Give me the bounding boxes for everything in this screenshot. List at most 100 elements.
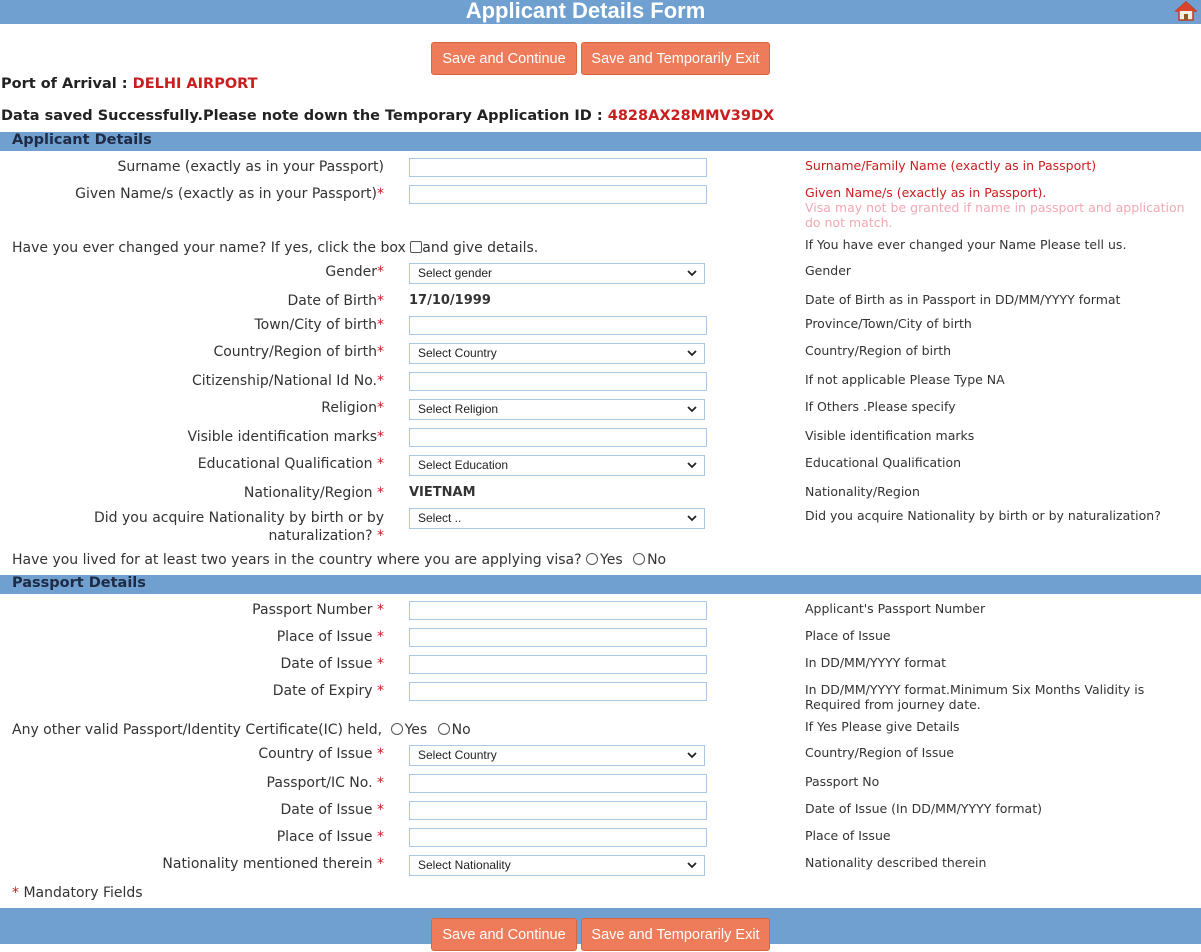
marks-input[interactable] (409, 428, 707, 447)
given-name-input[interactable] (409, 185, 707, 204)
temporary-application-id: 4828AX28MMV39DX (607, 108, 775, 124)
ic-date-label: Date of Issue * (280, 802, 384, 818)
passport-number-label: Passport Number * (252, 602, 384, 618)
footer-save-continue-button[interactable]: Save and Continue (431, 918, 577, 951)
ic-number-help: Passport No (805, 774, 880, 789)
education-help: Educational Qualification (805, 455, 962, 470)
page-title: Applicant Details Form (465, 0, 706, 23)
port-of-arrival: Port of Arrival : DELHI AIRPORT (1, 76, 258, 92)
ic-nationality-select[interactable]: Select Nationality (409, 855, 705, 876)
save-exit-button[interactable]: Save and Temporarily Exit (581, 42, 770, 75)
marks-help: Visible identification marks (805, 428, 975, 443)
other-passport-yes-radio[interactable] (390, 723, 403, 735)
gender-select[interactable]: Select gender (409, 263, 705, 284)
other-passport-yes-label: Yes (404, 722, 428, 738)
date-expiry-label: Date of Expiry * (272, 683, 384, 699)
country-issue-help: Country/Region of Issue (805, 745, 954, 760)
other-passport-no-radio[interactable] (437, 723, 450, 735)
country-issue-select[interactable]: Select Country (409, 745, 705, 766)
acquire-select[interactable]: Select .. (409, 508, 705, 529)
lived-yes-label: Yes (600, 552, 623, 568)
lived-yes-radio[interactable] (586, 553, 599, 565)
save-continue-button[interactable]: Save and Continue (431, 42, 577, 75)
nationality-label: Nationality/Region * (243, 485, 384, 501)
acquire-label: Did you acquire Nationality by birth or … (94, 510, 384, 544)
citizenship-input[interactable] (409, 372, 707, 391)
home-icon[interactable] (1175, 1, 1197, 21)
surname-input[interactable] (409, 158, 707, 177)
religion-help: If Others .Please specify (805, 399, 956, 414)
changed-name-help: If You have ever changed your Name Pleas… (805, 237, 1127, 252)
date-issue-input[interactable] (409, 655, 707, 674)
religion-select[interactable]: Select Religion (409, 399, 705, 420)
dob-label: Date of Birth* (287, 293, 384, 309)
marks-label: Visible identification marks* (187, 429, 384, 445)
save-message-text: Data saved Successfully.Please note down… (1, 108, 603, 124)
date-expiry-help: In DD/MM/YYYY format.Minimum Six Months … (805, 682, 1145, 712)
ic-place-help: Place of Issue (805, 828, 891, 843)
country-issue-label: Country of Issue * (258, 746, 384, 762)
lived-label: Have you lived for at least two years in… (12, 552, 582, 568)
mandatory-star: * (12, 885, 19, 901)
citizenship-help: If not applicable Please Type NA (805, 372, 1005, 387)
changed-name-label: Have you ever changed your name? If yes,… (12, 240, 406, 256)
applicant-section-title: Applicant Details (12, 132, 152, 148)
changed-name-checkbox[interactable] (410, 241, 423, 253)
education-select[interactable]: Select Education (409, 455, 705, 476)
mandatory-text: Mandatory Fields (23, 885, 143, 901)
chevron-down-icon (687, 862, 697, 869)
surname-label: Surname (exactly as in your Passport) (117, 159, 384, 175)
save-message: Data saved Successfully.Please note down… (1, 108, 774, 124)
passport-section-title: Passport Details (12, 575, 146, 591)
given-name-label: Given Name/s (exactly as in your Passpor… (75, 186, 384, 202)
ic-place-input[interactable] (409, 828, 707, 847)
town-help: Province/Town/City of birth (805, 316, 972, 331)
chevron-down-icon (687, 406, 697, 413)
port-label: Port of Arrival : (1, 76, 128, 92)
citizenship-label: Citizenship/National Id No.* (191, 373, 384, 389)
changed-name-label-2: and give details. (422, 240, 539, 256)
lived-row: Have you lived for at least two years in… (12, 551, 666, 569)
lived-no-label: No (647, 552, 667, 568)
date-issue-label: Date of Issue * (280, 656, 384, 672)
given-name-help: Given Name/s (exactly as in Passport). (805, 185, 1047, 200)
dob-value: 17/10/1999 (409, 293, 491, 308)
religion-label: Religion* (321, 400, 384, 416)
place-issue-help: Place of Issue (805, 628, 891, 643)
acquire-help: Did you acquire Nationality by birth or … (805, 508, 1161, 523)
given-name-note: Visa may not be granted if name in passp… (805, 200, 1185, 230)
passport-number-help: Applicant's Passport Number (805, 601, 986, 616)
chevron-down-icon (687, 270, 697, 277)
other-passport-label: Any other valid Passport/Identity Certif… (12, 722, 383, 738)
education-label: Educational Qualification * (197, 456, 384, 472)
surname-help: Surname/Family Name (exactly as in Passp… (805, 158, 1097, 173)
dob-help: Date of Birth as in Passport in DD/MM/YY… (805, 292, 1121, 307)
applicant-section-header: Applicant Details (0, 132, 1201, 151)
chevron-down-icon (687, 515, 697, 522)
ic-number-input[interactable] (409, 774, 707, 793)
place-issue-input[interactable] (409, 628, 707, 647)
ic-date-help: Date of Issue (In DD/MM/YYYY format) (805, 801, 1042, 816)
ic-date-input[interactable] (409, 801, 707, 820)
town-input[interactable] (409, 316, 707, 335)
town-label: Town/City of birth* (254, 317, 384, 333)
chevron-down-icon (687, 462, 697, 469)
chevron-down-icon (687, 752, 697, 759)
passport-section-header: Passport Details (0, 575, 1201, 594)
country-birth-select[interactable]: Select Country (409, 343, 705, 364)
footer-save-exit-button[interactable]: Save and Temporarily Exit (581, 918, 770, 951)
country-birth-label: Country/Region of birth* (213, 344, 384, 360)
lived-no-radio[interactable] (633, 553, 646, 565)
ic-number-label: Passport/IC No. * (266, 775, 384, 791)
ic-nationality-help: Nationality described therein (805, 855, 987, 870)
country-birth-help: Country/Region of birth (805, 343, 952, 358)
other-passport-row: Any other valid Passport/Identity Certif… (12, 721, 471, 739)
mandatory-note: * Mandatory Fields (12, 884, 143, 902)
other-passport-help: If Yes Please give Details (805, 719, 960, 734)
ic-nationality-label: Nationality mentioned therein * (162, 856, 384, 872)
gender-help: Gender (805, 263, 852, 278)
gender-label: Gender* (325, 264, 384, 280)
other-passport-no-label: No (451, 722, 471, 738)
passport-number-input[interactable] (409, 601, 707, 620)
date-expiry-input[interactable] (409, 682, 707, 701)
